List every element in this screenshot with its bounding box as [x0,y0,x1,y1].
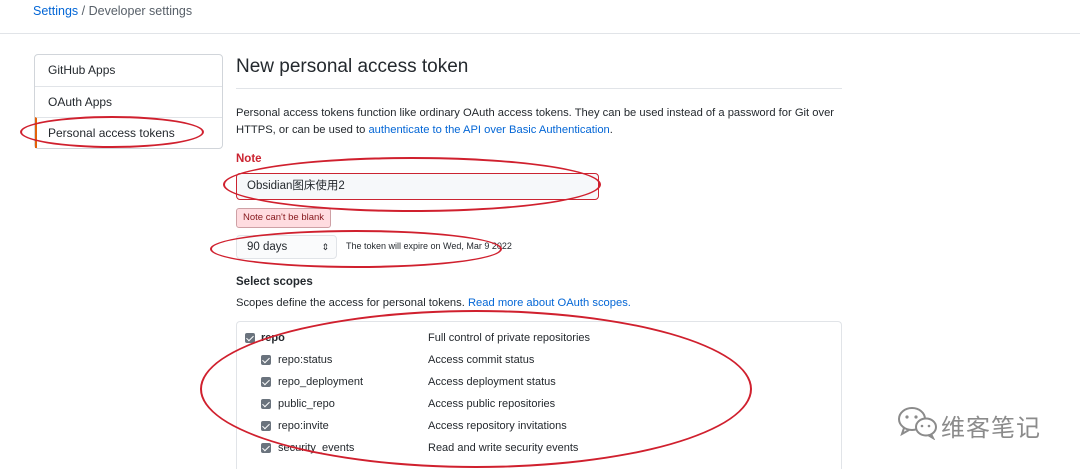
note-input[interactable]: Obsidian图床使用2 [236,173,599,200]
scope-row-repo-status: repo:status Access commit status [237,350,843,370]
scopes-description-text: Scopes define the access for personal to… [236,297,468,309]
scope-checkbox-repo-deployment[interactable] [261,377,271,387]
sidebar-item-label: OAuth Apps [48,95,113,109]
developer-settings-sidebar: GitHub Apps OAuth Apps Personal access t… [34,54,223,149]
scopes-title: Select scopes [236,276,313,288]
expiration-selected-value: 90 days [247,241,288,253]
expiration-select[interactable]: 90 days ⇕ [236,235,337,259]
page-title: New personal access token [236,55,842,89]
scope-checkbox-repo-invite[interactable] [261,421,271,431]
scope-name: repo_deployment [278,376,364,388]
basic-auth-link[interactable]: authenticate to the API over Basic Authe… [368,124,609,136]
scope-checkbox-repo[interactable] [245,333,255,343]
scope-name: repo:invite [278,420,329,432]
scope-checkbox-repo-status[interactable] [261,355,271,365]
scope-row-security-events: security_events Read and write security … [237,438,843,458]
scopes-list: repo Full control of private repositorie… [236,321,842,469]
scope-checkbox-public-repo[interactable] [261,399,271,409]
scope-row-public-repo: public_repo Access public repositories [237,394,843,414]
scope-description: Access public repositories [428,398,556,410]
sidebar-item-personal-access-tokens[interactable]: Personal access tokens [35,117,222,148]
token-form: New personal access token Personal acces… [236,55,842,469]
intro-text-end: . [609,124,613,136]
note-error-message: Note can't be blank [236,208,332,228]
intro-text: Personal access tokens function like ord… [236,105,842,139]
scope-description: Access deployment status [428,376,556,388]
sidebar-item-oauth-apps[interactable]: OAuth Apps [35,86,222,117]
header-divider [0,33,1080,34]
breadcrumb: Settings / Developer settings [33,4,192,18]
scope-row-repo: repo Full control of private repositorie… [237,328,843,348]
breadcrumb-settings-link[interactable]: Settings [33,4,78,18]
scope-description: Access repository invitations [428,420,567,432]
select-arrows-icon: ⇕ [321,242,329,252]
sidebar-item-github-apps[interactable]: GitHub Apps [35,55,222,86]
scope-row-repo-deployment: repo_deployment Access deployment status [237,372,843,392]
watermark: 维客笔记 [895,404,1055,444]
scopes-description: Scopes define the access for personal to… [236,297,631,309]
scope-description: Read and write security events [428,442,579,454]
sidebar-item-label: GitHub Apps [48,63,116,77]
scope-description: Access commit status [428,354,535,366]
wechat-icon [898,407,937,441]
scope-name: repo [261,332,285,344]
oauth-scopes-link[interactable]: Read more about OAuth scopes. [468,297,631,309]
scope-checkbox-security-events[interactable] [261,443,271,453]
breadcrumb-current: Developer settings [88,4,193,18]
sidebar-item-label: Personal access tokens [48,126,175,140]
scope-row-repo-invite: repo:invite Access repository invitation… [237,416,843,436]
note-label: Note [236,153,262,165]
scope-name: security_events [278,442,355,454]
breadcrumb-separator: / [78,4,89,18]
scope-name: public_repo [278,398,335,410]
expiration-info: The token will expire on Wed, Mar 9 2022 [346,241,512,251]
scope-description: Full control of private repositories [428,332,591,344]
scope-name: repo:status [278,354,333,366]
watermark-text: 维客笔记 [941,414,1041,442]
